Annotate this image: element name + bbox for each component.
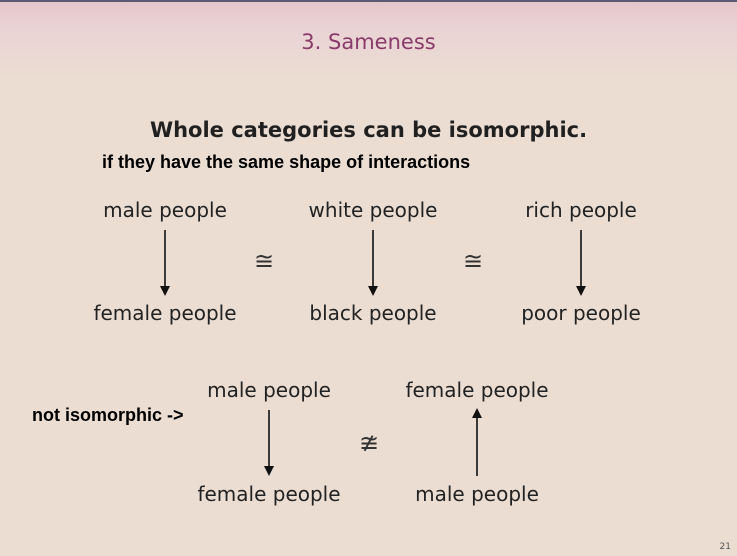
top-col3-top-label: rich people xyxy=(525,198,637,222)
top-col3-bottom-label: poor people xyxy=(521,301,641,325)
top-col2-down-arrow-icon xyxy=(368,230,378,296)
annotation-not-isomorphic: not isomorphic -> xyxy=(32,405,184,425)
top-col1-bottom-label: female people xyxy=(93,301,237,325)
top-col1-top-label: male people xyxy=(103,198,227,222)
bottom-col2-top-label: female people xyxy=(405,378,549,402)
slide-heading: Whole categories can be isomorphic. xyxy=(149,118,588,142)
slide: 3. Sameness Whole categories can be isom… xyxy=(0,0,737,556)
top-col2-top-label: white people xyxy=(308,198,438,222)
annotation-shape-note: if they have the same shape of interacti… xyxy=(102,152,471,172)
bottom-col2-bottom-label: male people xyxy=(415,482,539,506)
top-col3-down-arrow-icon xyxy=(576,230,586,296)
bottom-col2-up-arrow-icon xyxy=(472,408,482,476)
bottom-col1-top-label: male people xyxy=(207,378,331,402)
top-iso-symbol-1: ≅ xyxy=(253,247,275,275)
top-col1-down-arrow-icon xyxy=(160,230,170,296)
top-col2-bottom-label: black people xyxy=(309,301,437,325)
slide-title: 3. Sameness xyxy=(301,30,436,54)
bottom-col1-bottom-label: female people xyxy=(197,482,341,506)
bottom-col1-down-arrow-icon xyxy=(264,410,274,476)
not-iso-symbol: ≇ xyxy=(358,429,380,457)
top-iso-symbol-2: ≅ xyxy=(462,247,484,275)
page-number: 21 xyxy=(719,542,731,552)
